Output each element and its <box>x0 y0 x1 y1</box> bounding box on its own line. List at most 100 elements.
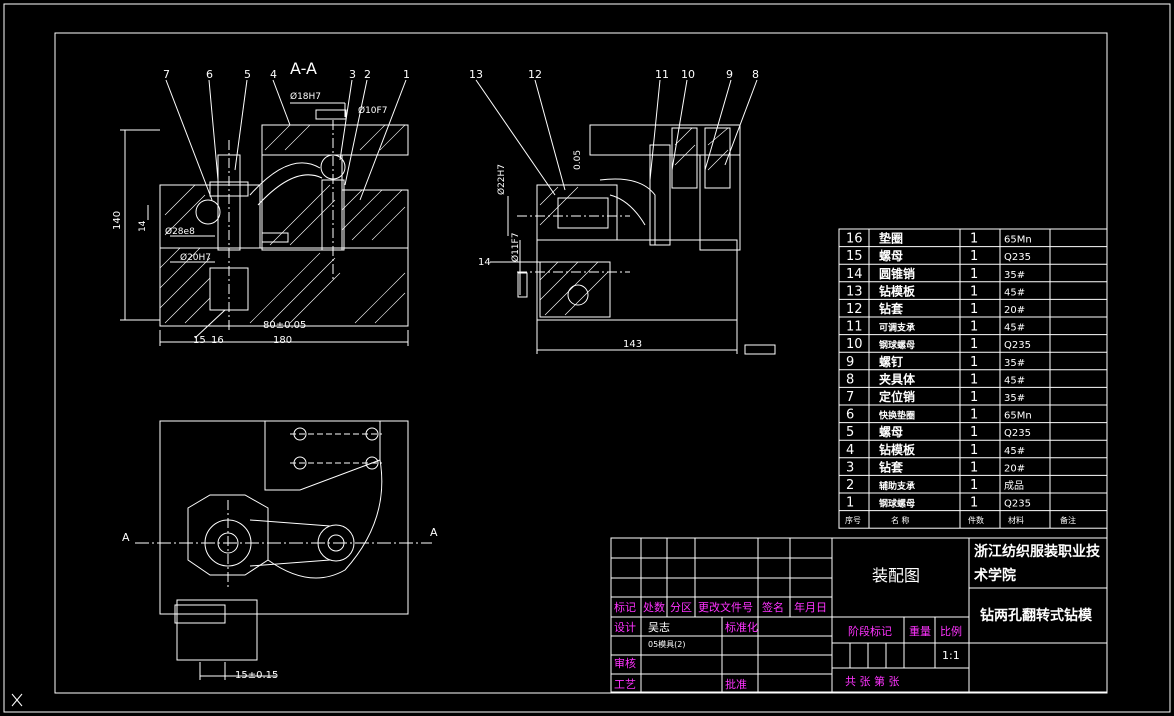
parts-row-qty: 1 <box>970 232 978 247</box>
parts-row-no: 2 <box>846 478 854 493</box>
parts-row-qty: 1 <box>970 320 978 335</box>
designer-class: 05模具(2) <box>648 639 686 649</box>
parts-row-name: 钻模板 <box>879 442 916 457</box>
parts-header-note: 备注 <box>1060 515 1076 525</box>
parts-row-qty: 1 <box>970 478 978 493</box>
parts-row-name: 钻套 <box>879 301 904 316</box>
parts-row-name: 夹具体 <box>879 371 916 386</box>
parts-row-no: 4 <box>846 443 854 458</box>
parts-row-no: 7 <box>846 390 854 405</box>
parts-row-material: 35# <box>1004 358 1025 369</box>
section-title: A-A <box>290 59 317 78</box>
part-number: 11 <box>655 68 669 81</box>
top-view-labels: A A 15±0.15 <box>122 526 438 681</box>
product-name: 钻两孔翻转式钻模 <box>980 607 1093 624</box>
part-number: 10 <box>681 68 695 81</box>
parts-row-qty: 1 <box>970 372 978 387</box>
parts-row-qty: 1 <box>970 425 978 440</box>
part-number: 15 <box>193 335 206 346</box>
section-mark-left: A <box>122 531 130 544</box>
dim-d10: Ø10F7 <box>358 105 387 116</box>
parts-row-name: 圆锥销 <box>879 266 915 281</box>
part-number: 9 <box>726 68 733 81</box>
dim-d143: 143 <box>623 339 642 350</box>
side-view-labels: 13 12 11 10 9 8 14 Ø22H7 0.05 Ø11F7 143 <box>469 68 759 350</box>
dim-d180: 180 <box>273 335 292 346</box>
dim-d22: Ø22H7 <box>496 164 507 195</box>
parts-row-qty: 1 <box>970 460 978 475</box>
parts-row-qty: 1 <box>970 302 978 317</box>
parts-row-qty: 1 <box>970 390 978 405</box>
parts-header-no: 序号 <box>845 515 861 525</box>
label-design: 设计 <box>614 621 636 634</box>
parts-row-no: 5 <box>846 425 854 440</box>
dim-v005: 0.05 <box>573 150 583 170</box>
dim-d28: Ø28e8 <box>165 226 195 237</box>
designer-name: 吴志 <box>648 621 670 634</box>
parts-row-no: 10 <box>846 337 863 352</box>
parts-row-no: 8 <box>846 372 854 387</box>
label-review: 审核 <box>614 656 636 670</box>
parts-row-qty: 1 <box>970 443 978 458</box>
part-number: 6 <box>206 68 213 81</box>
parts-row-name: 可调支承 <box>879 322 915 334</box>
parts-row-name: 钢球螺母 <box>879 498 915 510</box>
dim-h140: 140 <box>112 211 123 230</box>
parts-row-no: 14 <box>846 267 863 282</box>
part-number: 5 <box>244 68 251 81</box>
parts-row-qty: 1 <box>970 496 978 511</box>
parts-row-qty: 1 <box>970 267 978 282</box>
parts-row-name: 螺母 <box>879 248 903 263</box>
scale-value: 1:1 <box>942 649 960 662</box>
section-view-a-a: A-A <box>120 59 409 346</box>
parts-header-qty: 件数 <box>968 515 984 525</box>
school-name-line2: 术学院 <box>974 567 1016 584</box>
parts-row-material: 45# <box>1004 375 1025 386</box>
parts-row-qty: 1 <box>970 355 978 370</box>
header-zone: 分区 <box>670 601 692 614</box>
parts-row-name: 辅助支承 <box>879 480 915 492</box>
parts-row-qty: 1 <box>970 408 978 423</box>
part-number: 7 <box>163 68 170 81</box>
part-number: 8 <box>752 68 759 81</box>
parts-row-material: 45# <box>1004 287 1025 298</box>
part-number: 13 <box>469 68 483 81</box>
parts-row-no: 1 <box>846 496 854 511</box>
parts-row-material: Q235 <box>1004 499 1031 510</box>
part-number: 2 <box>364 68 371 81</box>
parts-row-name: 螺母 <box>879 424 903 439</box>
inner-border <box>54 32 1108 694</box>
parts-row-material: 20# <box>1004 463 1025 474</box>
parts-row-name: 螺钉 <box>879 354 903 369</box>
parts-row-no: 15 <box>846 249 863 264</box>
parts-row-qty: 1 <box>970 337 978 352</box>
label-stage: 阶段标记 <box>848 624 892 638</box>
parts-row-no: 13 <box>846 284 863 299</box>
parts-row-material: 65Mn <box>1004 411 1032 422</box>
dim-d20: Ø20H7 <box>180 252 211 263</box>
parts-row-material: 45# <box>1004 446 1025 457</box>
parts-row-material: 65Mn <box>1004 235 1032 246</box>
parts-row-material: 35# <box>1004 270 1025 281</box>
parts-row-name: 垫圈 <box>879 231 903 246</box>
parts-row-material: 35# <box>1004 393 1025 404</box>
header-mark: 标记 <box>614 600 636 614</box>
drawing-name: 装配图 <box>872 566 920 585</box>
section-mark-right: A <box>430 526 438 539</box>
outer-border <box>3 3 1171 713</box>
header-date: 年月日 <box>794 600 827 614</box>
school-name-line1: 浙江纺织服装职业技 <box>974 543 1101 560</box>
parts-row-qty: 1 <box>970 249 978 264</box>
parts-row-name: 快换垫圈 <box>879 410 915 422</box>
parts-row-name: 钻模板 <box>879 283 916 298</box>
parts-row-material: Q235 <box>1004 428 1031 439</box>
label-std: 标准化 <box>725 620 758 634</box>
dim-d18: Ø18H7 <box>290 91 321 102</box>
part-number: 1 <box>403 68 410 81</box>
parts-row-name: 定位销 <box>879 389 915 404</box>
top-view <box>135 420 432 680</box>
part-number: 14 <box>478 257 491 268</box>
parts-row-name: 钻套 <box>879 459 904 474</box>
header-doc-no: 更改文件号 <box>698 600 753 614</box>
ucs-x-mark <box>11 693 23 707</box>
